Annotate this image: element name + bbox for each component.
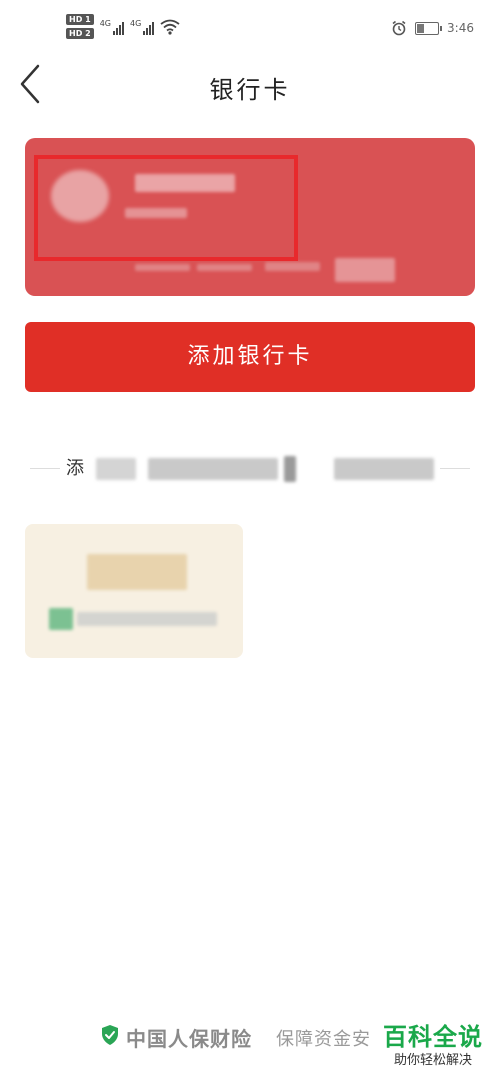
status-bar-left: HD 1 HD 2 4G 4G	[66, 14, 180, 39]
section-heading: 添	[66, 458, 84, 479]
card-number-redacted-1	[135, 264, 190, 271]
divider-line-left	[30, 468, 60, 469]
bank-cards-screen: HD 1 HD 2 4G 4G 3:46 银行卡 添加银行卡 添 中国人保财险 …	[0, 0, 500, 1084]
network-2-label: 4G	[129, 18, 142, 28]
add-bank-card-button[interactable]: 添加银行卡	[25, 322, 475, 392]
page-title: 银行卡	[209, 76, 291, 104]
alarm-icon	[392, 20, 406, 36]
clock: 3:46	[447, 21, 474, 35]
sim-badges: HD 1 HD 2	[66, 14, 94, 39]
promo-text-redacted	[77, 612, 217, 626]
bank-card[interactable]	[25, 138, 475, 296]
section-divider: 添	[0, 446, 500, 490]
promo-badge-redacted	[49, 608, 73, 630]
watermark-title: 百科全说	[383, 1023, 483, 1051]
card-highlight-box	[34, 155, 298, 261]
insurer-name: 中国人保财险	[126, 1027, 252, 1051]
header: 银行卡	[0, 56, 500, 120]
watermark-subtitle: 助你轻松解决	[393, 1053, 472, 1068]
watermark: 百科全说 助你轻松解决	[374, 1022, 492, 1070]
status-bar: HD 1 HD 2 4G 4G 3:46	[0, 0, 500, 56]
shield-check-icon	[102, 1025, 118, 1045]
wifi-icon	[160, 19, 180, 35]
sim2-badge: HD 2	[66, 28, 94, 39]
battery-level	[417, 23, 424, 33]
section-heading-redacted-4	[334, 458, 434, 480]
signal-1-icon: 4G	[100, 19, 124, 35]
promo-card[interactable]	[25, 524, 243, 658]
section-heading-redacted-2	[148, 458, 278, 480]
card-number-redacted-4	[335, 258, 395, 282]
signal-2-icon: 4G	[129, 18, 155, 35]
section-heading-redacted-1	[96, 458, 136, 480]
insurer-tagline: 保障资金安	[276, 1029, 371, 1050]
battery-icon	[415, 21, 443, 35]
network-1-label: 4G	[99, 18, 111, 28]
divider-line-right	[440, 468, 470, 469]
footer: 中国人保财险 保障资金安 百科全说 助你轻松解决	[0, 1016, 500, 1084]
status-bar-right: 3:46	[391, 20, 474, 36]
sim1-badge: HD 1	[66, 14, 94, 25]
section-heading-redacted-3	[284, 456, 296, 482]
card-number-redacted-3	[265, 262, 320, 271]
card-number-redacted-2	[197, 264, 252, 271]
promo-amount-redacted	[87, 554, 187, 590]
